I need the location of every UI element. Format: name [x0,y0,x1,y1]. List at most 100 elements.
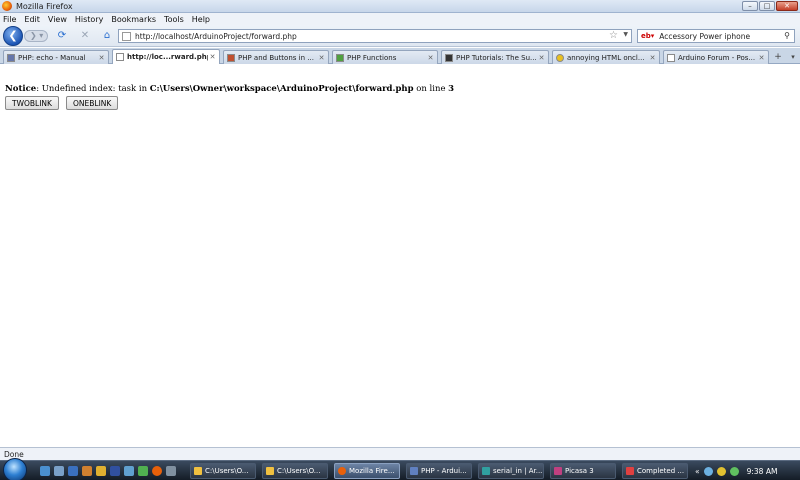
notice-online-text: on line [413,84,449,94]
switch-windows-icon[interactable] [54,466,64,476]
folder-icon[interactable] [96,466,106,476]
browser-icon [410,467,418,475]
tab-arduino-forum[interactable]: Arduino Forum - Pos... ✕ [663,50,769,64]
status-bar: Done [0,447,800,460]
taskbar-button-label: Completed ... [637,467,685,475]
firefox-logo-icon [2,1,12,11]
page-favicon-icon [116,53,124,61]
start-button[interactable] [3,458,27,480]
close-tab-icon[interactable]: ✕ [317,54,326,62]
firefox-icon [338,467,346,475]
close-tab-icon[interactable]: ✕ [648,54,657,62]
close-tab-icon[interactable]: ✕ [537,54,546,62]
menu-view[interactable]: View [48,15,67,24]
tab-php-echo-manual[interactable]: PHP: echo - Manual ✕ [3,50,109,64]
stop-icon[interactable]: ✕ [79,30,91,42]
tab-bar: PHP: echo - Manual ✕ http://loc...rward.… [0,48,800,64]
back-arrow-icon: ❮ [8,29,18,42]
folder-icon [194,467,202,475]
notice-label: Notice [5,84,37,94]
window-titlebar: Mozilla Firefox – □ ✕ [0,0,800,13]
taskbar-button-completed[interactable]: Completed ... [622,463,688,479]
back-button[interactable]: ❮ [3,26,23,46]
maximize-button[interactable]: □ [759,1,775,11]
taskbar-button-label: serial_in | Ar... [493,467,543,475]
taskbar-button-label: PHP - Ardui... [421,467,467,475]
taskbar-clock[interactable]: 9:38 AM [747,467,778,476]
tab-annoying-html-onclick[interactable]: annoying HTML oncl... ✕ [552,50,660,64]
internet-explorer-icon[interactable] [68,466,78,476]
site-favicon-icon [227,53,235,62]
media-player-icon[interactable] [82,466,92,476]
close-tab-icon[interactable]: ✕ [426,54,435,62]
close-tab-icon[interactable]: ✕ [208,53,217,61]
home-icon[interactable]: ⌂ [101,30,113,42]
tab-php-tutorials[interactable]: PHP Tutorials: The Su... ✕ [441,50,549,64]
windows-taskbar: C:\Users\O... C:\Users\O... Mozilla Fire… [0,458,800,480]
url-dropdown-icon[interactable]: ▼ [623,31,628,38]
tab-label: Arduino Forum - Pos... [678,53,756,62]
close-tab-icon[interactable]: ✕ [757,54,766,62]
menu-file[interactable]: File [3,15,16,24]
twoblink-button[interactable]: TWOBLINK [5,96,59,110]
taskbar-button-picasa[interactable]: Picasa 3 [550,463,616,479]
quicklaunch-app-icon[interactable] [138,466,148,476]
tab-forward-php[interactable]: http://loc...rward.php ✕ [112,49,220,64]
search-icon[interactable]: ⚲ [784,31,790,40]
taskbar-button-firefox[interactable]: Mozilla Fire... [334,463,400,479]
close-window-button[interactable]: ✕ [776,1,798,11]
notice-file-path: C:\Users\Owner\workspace\ArduinoProject\… [149,84,414,94]
taskbar-button-label: Picasa 3 [565,467,594,475]
menu-help[interactable]: Help [192,15,210,24]
taskbar-button-serial-in[interactable]: serial_in | Ar... [478,463,544,479]
url-bar[interactable]: ☆ ▼ [118,29,632,43]
menu-edit[interactable]: Edit [24,15,40,24]
url-input[interactable] [135,31,605,41]
tab-list-dropdown-icon[interactable]: ▾ [787,51,799,63]
system-tray: « 9:38 AM [695,463,798,479]
folder-icon [266,467,274,475]
tab-label: annoying HTML oncl... [567,53,645,62]
minimize-button[interactable]: – [742,1,758,11]
download-icon [626,467,634,475]
tray-expand-icon[interactable]: « [695,467,700,476]
ebay-search-engine-icon[interactable]: eb▾ [641,32,654,40]
search-input[interactable] [659,31,778,41]
firefox-quicklaunch-icon[interactable] [152,466,162,476]
menu-history[interactable]: History [75,15,103,24]
picasa-icon [554,467,562,475]
tab-php-functions[interactable]: PHP Functions ✕ [332,50,438,64]
quicklaunch-app-icon[interactable] [124,466,134,476]
taskbar-button-label: Mozilla Fire... [349,467,395,475]
app-launcher-icon[interactable] [110,466,120,476]
security-icon[interactable] [729,466,739,476]
menu-bookmarks[interactable]: Bookmarks [111,15,156,24]
menu-bar: File Edit View History Bookmarks Tools H… [0,13,800,25]
tab-php-and-buttons[interactable]: PHP and Buttons in ... ✕ [223,50,329,64]
tab-label: http://loc...rward.php [127,53,208,61]
reload-icon[interactable]: ⟳ [56,30,68,42]
bookmark-star-icon[interactable]: ☆ [609,30,618,41]
oneblink-button[interactable]: ONEBLINK [66,96,119,110]
show-desktop-icon[interactable] [40,466,50,476]
lightbulb-favicon-icon [556,53,564,62]
new-tab-button[interactable]: + [771,51,785,63]
tab-label: PHP and Buttons in ... [238,53,314,62]
taskbar-button-explorer-2[interactable]: C:\Users\O... [262,463,328,479]
page-favicon-icon [122,31,131,41]
notice-line-number: 3 [448,84,455,94]
php-favicon-icon [7,53,15,62]
volume-icon[interactable] [716,466,726,476]
close-tab-icon[interactable]: ✕ [97,54,106,62]
quicklaunch-overflow-icon[interactable] [166,466,176,476]
window-controls: – □ ✕ [742,1,798,11]
site-favicon-icon [445,53,453,62]
page-content: Notice: Undefined index: task in C:\User… [0,65,800,447]
php-notice-message: Notice: Undefined index: task in C:\User… [5,84,454,94]
taskbar-button-explorer-1[interactable]: C:\Users\O... [190,463,256,479]
menu-tools[interactable]: Tools [164,15,184,24]
taskbar-button-php-arduino[interactable]: PHP - Ardui... [406,463,472,479]
search-bar[interactable]: eb▾ ⚲ [637,29,795,43]
forward-button[interactable]: ❯ ▾ [24,30,48,42]
network-icon[interactable] [703,466,713,476]
